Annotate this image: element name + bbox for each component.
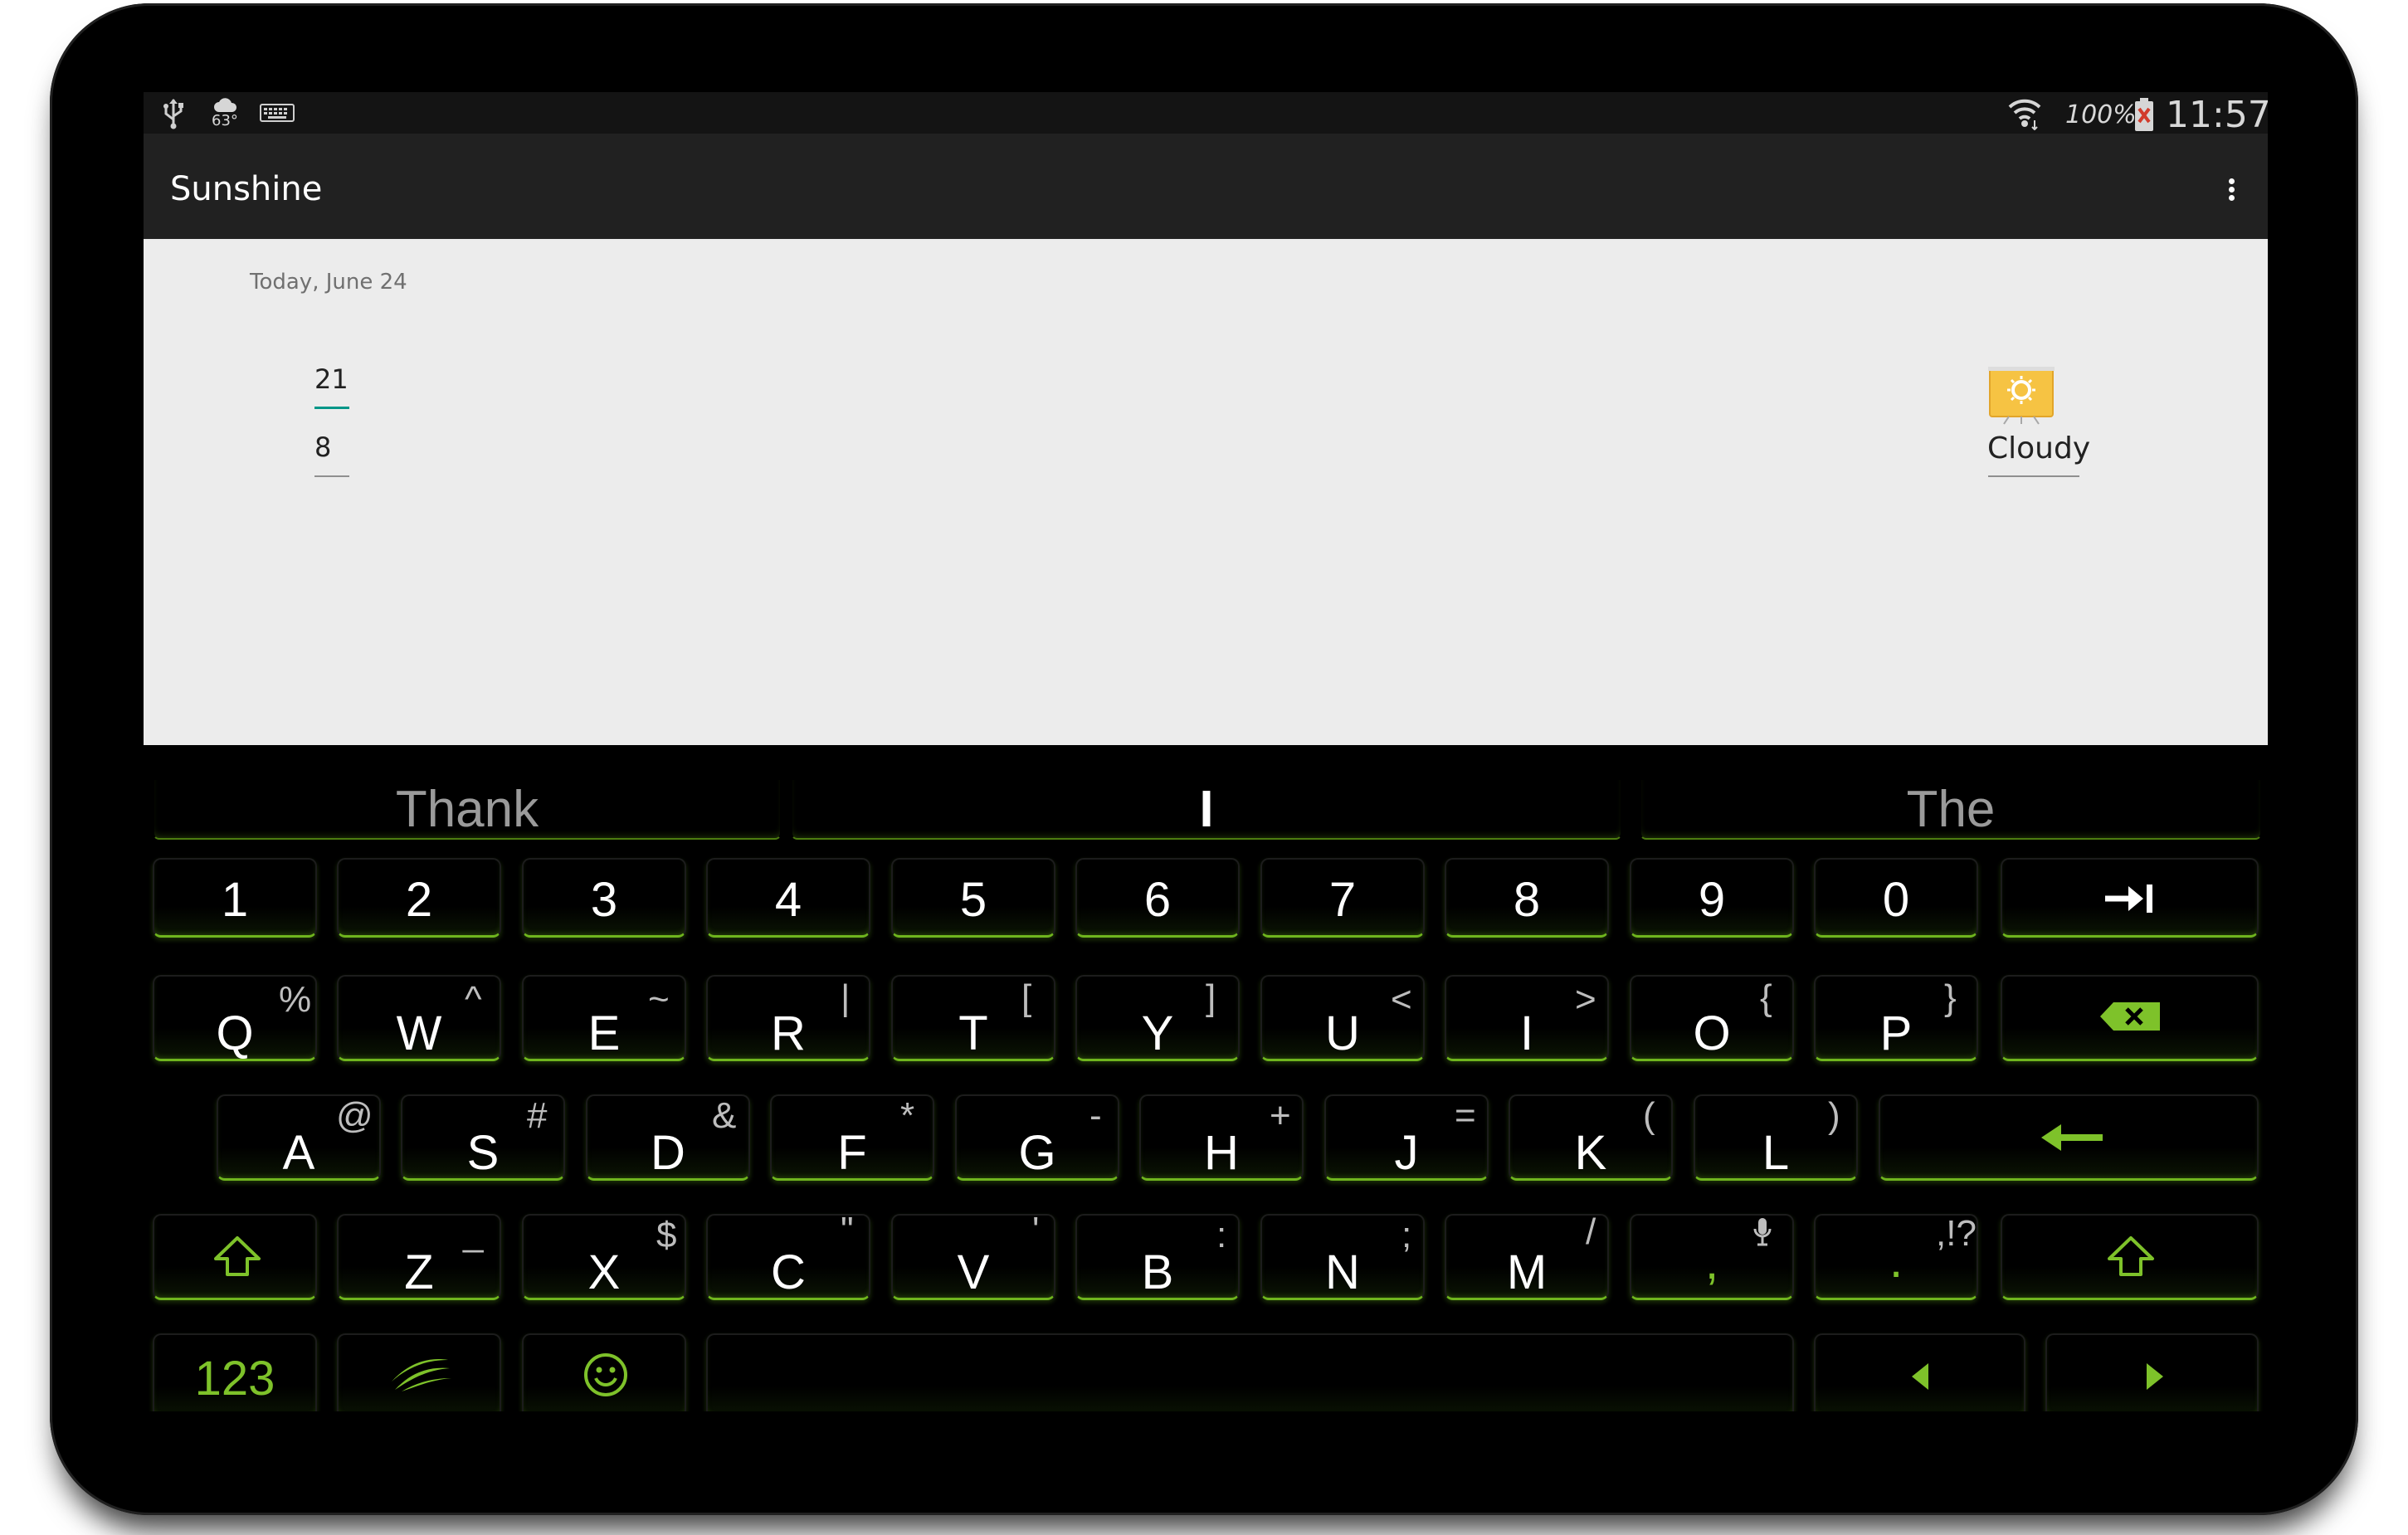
key-comma[interactable]: , [1630,1214,1794,1300]
key-u[interactable]: U < [1260,975,1425,1061]
key-5[interactable]: 5 [891,858,1055,938]
wifi-icon [2008,99,2041,130]
space-key[interactable] [706,1333,1794,1411]
key-e[interactable]: E ~ [522,975,686,1061]
key-o[interactable]: O{ [1630,975,1794,1061]
key-a[interactable]: A @ [217,1094,381,1181]
low-temp-underline [314,475,349,477]
key-i[interactable]: I > [1445,975,1609,1061]
key-t[interactable]: T[ [891,975,1055,1061]
key-w[interactable]: W ^ [337,975,501,1061]
forecast-detail: Today, June 24 21 8 Cloudy [144,239,2268,745]
weather-condition: Cloudy [1987,431,2091,465]
key-c[interactable]: C " [706,1212,870,1300]
smiley-icon [584,1353,627,1396]
backspace-icon [2100,1002,2160,1031]
key-q[interactable]: Q% [153,975,317,1061]
key-1[interactable]: 1 [153,858,317,938]
forecast-date: Today, June 24 [250,270,407,295]
cursor-right-key[interactable] [2045,1333,2259,1411]
swiftkey-logo-icon [392,1359,451,1391]
high-temp-underline [314,407,349,409]
key-6[interactable]: 6 [1075,858,1240,938]
key-9[interactable]: 9 [1630,858,1794,938]
clock: 11:57 [2166,94,2268,136]
key-z[interactable]: Z _ [337,1214,501,1300]
weather-temp: 63° [212,112,238,129]
app-title: Sunshine [170,170,323,208]
key-f[interactable]: F * [770,1094,934,1181]
key-4[interactable]: 4 [706,858,870,938]
key-8[interactable]: 8 [1445,858,1609,938]
key-g[interactable]: G- [955,1094,1119,1181]
arrow-left-icon [1912,1363,1928,1390]
backspace-key[interactable] [2001,975,2259,1061]
key-l[interactable]: L) [1694,1094,1858,1181]
key-2[interactable]: 2 [337,858,501,938]
key-b[interactable]: B: [1075,1214,1240,1300]
cursor-left-key[interactable] [1814,1333,2025,1411]
key-k[interactable]: K( [1509,1094,1673,1181]
low-temp: 8 [314,431,332,463]
key-s[interactable]: S # [401,1094,565,1181]
enter-icon [2041,1124,2103,1151]
numbers-key[interactable]: 123 [153,1333,317,1411]
microphone-icon [1753,1218,1772,1246]
tab-arrow-icon [2105,884,2152,913]
key-d[interactable]: D & [586,1094,750,1181]
key-n[interactable]: N; [1260,1214,1425,1300]
overflow-menu-icon[interactable] [2206,154,2256,220]
weather-sun-icon [1988,367,2055,425]
key-v[interactable]: V ' [891,1212,1055,1300]
key-x[interactable]: X $ [522,1214,686,1300]
key-7[interactable]: 7 [1260,858,1425,938]
key-r[interactable]: R | [706,975,870,1061]
status-bar: 63° 100% 11:57 [144,92,2268,136]
swiftkey-keyboard [144,745,2268,1411]
key-m[interactable]: M / [1445,1214,1609,1300]
battery-percent: 100% [2065,100,2137,129]
app-bar: Sunshine [144,134,2268,239]
condition-underline [1988,475,2079,477]
key-3[interactable]: 3 [522,858,686,938]
key-0[interactable]: 0 [1814,858,1978,938]
key-y[interactable]: Y] [1075,975,1240,1061]
swiftkey-menu-key[interactable] [337,1333,501,1411]
arrow-right-icon [2147,1363,2163,1390]
usb-icon [163,99,183,129]
suggestion-right[interactable]: The [1640,778,2262,840]
key-j[interactable]: J = [1324,1094,1489,1181]
shift-icon [2108,1236,2154,1276]
emoji-key[interactable] [522,1333,686,1411]
weather-cloud-icon [214,98,237,112]
key-p[interactable]: P} [1814,975,1978,1061]
shift-key-left[interactable] [153,1214,317,1300]
high-temp: 21 [314,363,349,395]
keyboard-icon [260,104,295,122]
key-period[interactable]: .,!? [1814,1214,1978,1300]
battery-icon [2135,98,2153,131]
suggestion-left[interactable]: Thank [153,778,782,840]
device-screen: 63° 100% 11:57 Sunshine Today, June 24 2… [144,92,2268,1411]
tab-key[interactable] [2001,858,2259,938]
shift-icon [214,1236,261,1276]
enter-key[interactable] [1879,1094,2259,1181]
suggestion-center[interactable]: I [791,778,1622,840]
key-h[interactable]: H + [1139,1094,1304,1181]
shift-key-right[interactable] [2001,1214,2259,1300]
